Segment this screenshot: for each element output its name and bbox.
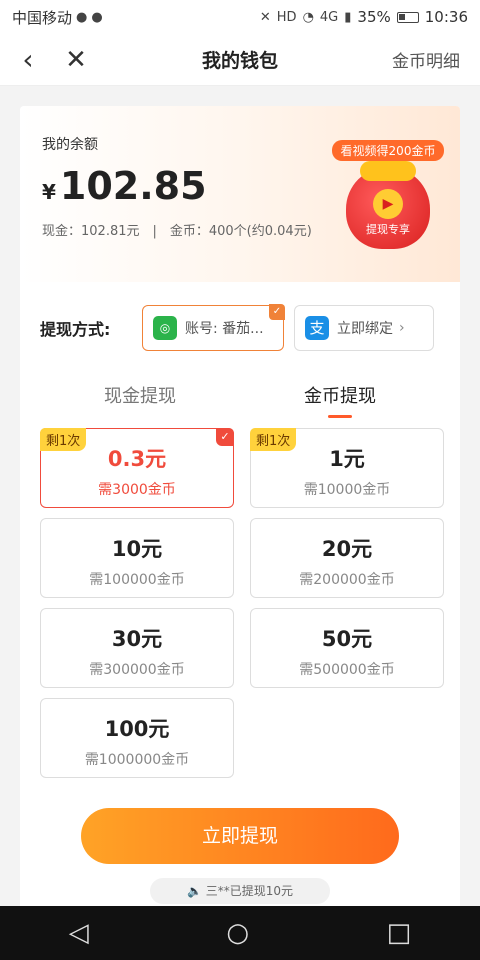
option-cost: 需10000金币: [303, 482, 391, 498]
option-value: 50元: [321, 627, 373, 651]
option-cost: 需3000金币: [98, 482, 176, 498]
promo-bag-label: 提现专享: [366, 223, 410, 236]
withdraw-method-row: 提现方式: ◎ 账号: 番茄... ✓ 支 立即绑定 ›: [20, 282, 460, 352]
wechat-account: 账号: 番茄...: [185, 321, 264, 337]
status-bar: 中国移动 ● ● ✕ HD ◔ 4G ▮ 35% 10:36: [0, 0, 480, 34]
balance-value: 102.85: [59, 164, 207, 208]
option-100-yuan[interactable]: 100元 需1000000金币: [40, 698, 234, 778]
battery-icon: [396, 11, 419, 23]
mute-icon: ✕: [259, 9, 271, 25]
wechat-notification-icon: ●: [76, 9, 88, 25]
message-notification-icon: ●: [91, 9, 103, 25]
tab-cash-withdraw[interactable]: 现金提现: [40, 382, 240, 418]
notice-text: 三**已提现10元: [205, 884, 294, 898]
option-cost: 需1000000金币: [84, 752, 190, 768]
withdraw-tabs: 现金提现 金币提现: [20, 382, 460, 418]
play-icon: ▶: [373, 189, 403, 219]
gold-coins-icon: [360, 161, 416, 181]
title-bar: ‹ ✕ 我的钱包 金币明细: [0, 34, 480, 86]
promo-tag[interactable]: 看视频得200金币: [332, 140, 444, 161]
alipay-option[interactable]: 支 立即绑定 ›: [294, 305, 434, 351]
selected-check-icon: ✓: [216, 428, 234, 446]
balance-panel: 我的余额 ¥ 102.85 现金：102.81元 | 金币：400个(约0.04…: [20, 106, 460, 282]
nav-back-icon[interactable]: ◁: [69, 918, 89, 948]
withdraw-button[interactable]: 立即提现: [81, 808, 399, 864]
signal-icon: ▮: [344, 9, 352, 25]
tab-coin-withdraw[interactable]: 金币提现: [240, 382, 440, 418]
coin-detail-link[interactable]: 金币明细: [392, 47, 480, 72]
withdraw-notice: 🔈 三**已提现10元: [150, 878, 330, 904]
remaining-badge: 剩1次: [250, 428, 297, 451]
nav-recents-icon[interactable]: □: [387, 918, 412, 948]
wechat-icon: ◎: [153, 316, 177, 340]
chevron-right-icon: ›: [399, 320, 405, 336]
carrier-label: 中国移动: [12, 8, 73, 27]
option-1-yuan[interactable]: 剩1次 1元 需10000金币: [250, 428, 444, 508]
speaker-icon: 🔈: [186, 884, 202, 898]
amount-options: 剩1次 ✓ 0.3元 需3000金币 剩1次 1元 需10000金币 10元 需…: [20, 418, 460, 778]
option-value: 10元: [111, 537, 163, 561]
currency-symbol: ¥: [42, 180, 56, 204]
red-bag-icon[interactable]: ▶ 提现专享: [346, 161, 430, 249]
option-cost: 需300000金币: [89, 662, 185, 678]
option-value: 30元: [111, 627, 163, 651]
option-20-yuan[interactable]: 20元 需200000金币: [250, 518, 444, 598]
clock: 10:36: [424, 8, 468, 26]
wifi-icon: ◔: [302, 9, 314, 25]
option-0-3-yuan[interactable]: 剩1次 ✓ 0.3元 需3000金币: [40, 428, 234, 508]
option-cost: 需200000金币: [299, 572, 395, 588]
option-value: 20元: [321, 537, 373, 561]
network-type: 4G: [319, 9, 339, 25]
hd-icon: HD: [276, 9, 297, 25]
video-promo[interactable]: 看视频得200金币 ▶ 提现专享: [332, 140, 444, 249]
wechat-option[interactable]: ◎ 账号: 番茄... ✓: [142, 304, 285, 351]
close-icon[interactable]: ✕: [56, 45, 96, 75]
option-50-yuan[interactable]: 50元 需500000金币: [250, 608, 444, 688]
alipay-bind-label: 立即绑定: [337, 321, 393, 337]
selected-check-icon: ✓: [269, 304, 285, 320]
battery-percent: 35%: [357, 8, 391, 26]
back-icon[interactable]: ‹: [0, 43, 56, 76]
option-cost: 需500000金币: [299, 662, 395, 678]
nav-home-icon[interactable]: ○: [226, 918, 249, 948]
remaining-badge: 剩1次: [40, 428, 87, 451]
wallet-card: 我的余额 ¥ 102.85 现金：102.81元 | 金币：400个(约0.04…: [20, 106, 460, 906]
system-nav-bar: ◁ ○ □: [0, 906, 480, 960]
option-value: 100元: [104, 717, 170, 741]
option-10-yuan[interactable]: 10元 需100000金币: [40, 518, 234, 598]
withdraw-method-label: 提现方式:: [40, 320, 111, 339]
option-30-yuan[interactable]: 30元 需300000金币: [40, 608, 234, 688]
alipay-icon: 支: [305, 316, 329, 340]
option-cost: 需100000金币: [89, 572, 185, 588]
page-content: 我的余额 ¥ 102.85 现金：102.81元 | 金币：400个(约0.04…: [0, 86, 480, 906]
